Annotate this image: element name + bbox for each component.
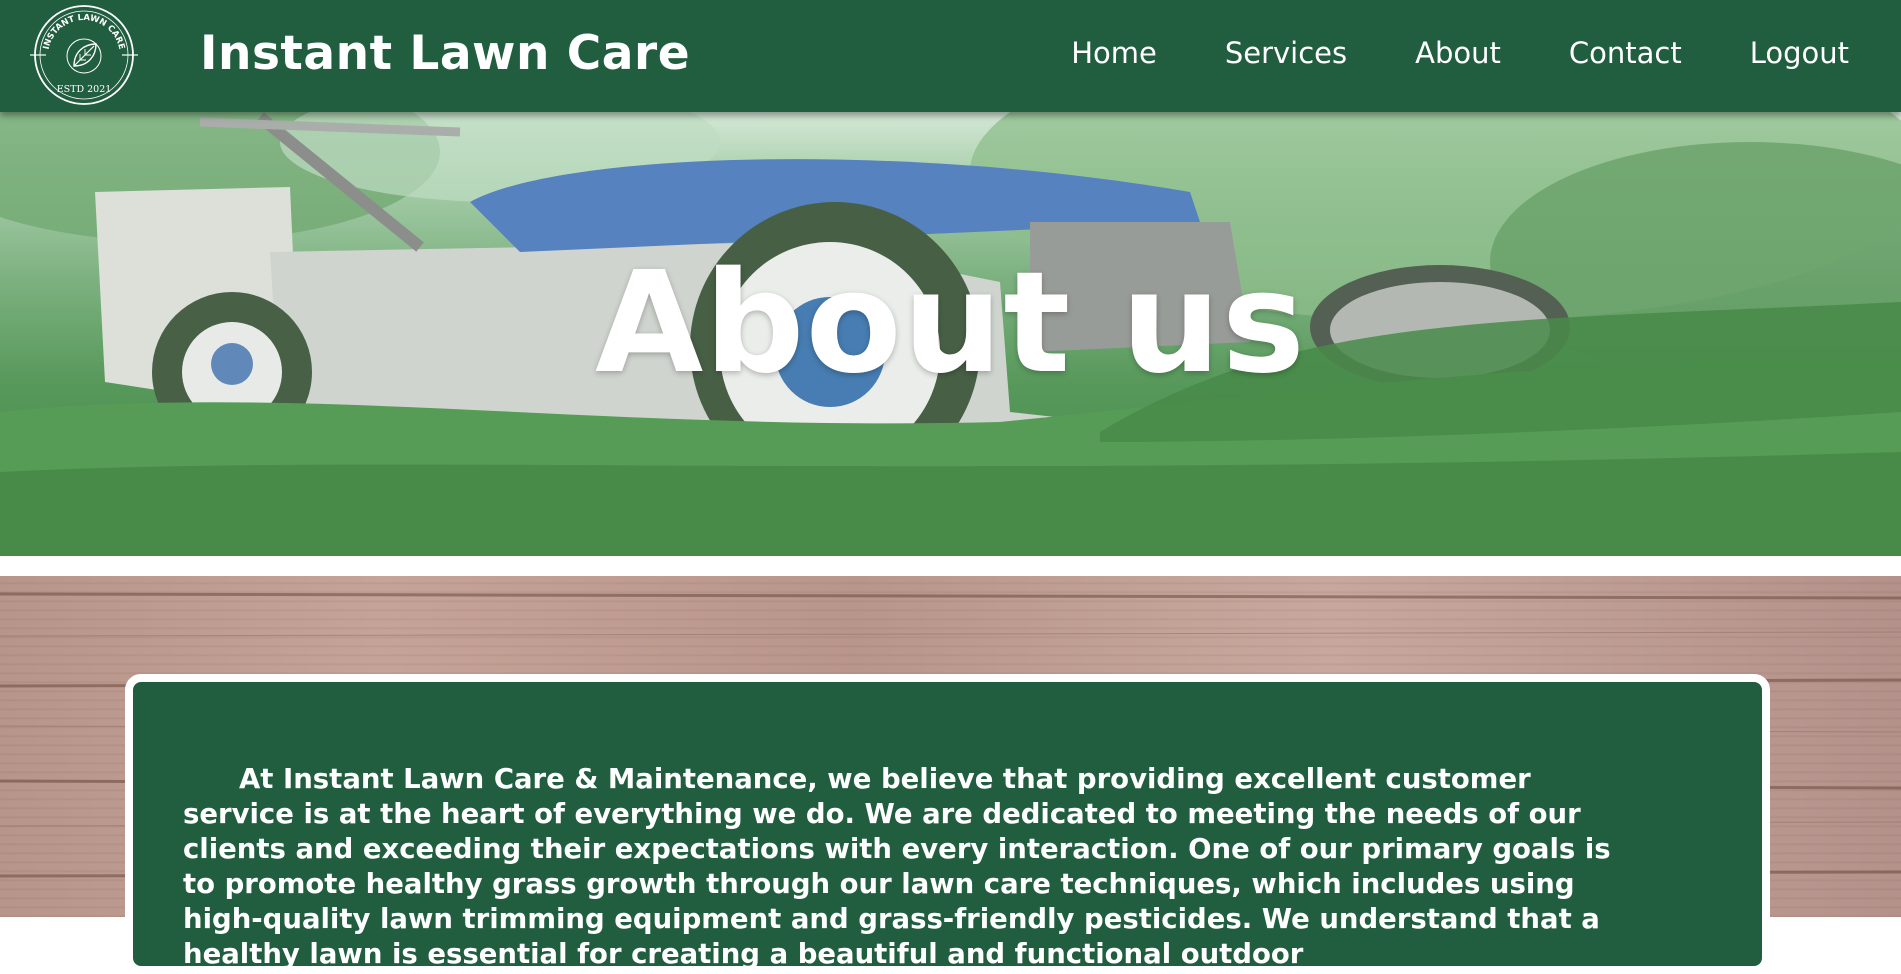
main-nav: Home Services About Contact Logout [1071,36,1849,70]
about-card: At Instant Lawn Care & Maintenance, we b… [125,674,1770,974]
section-divider [0,556,1901,576]
site-header: INSTANT LAWN CARE ESTD 2021 Instant Lawn… [0,0,1901,112]
nav-logout[interactable]: Logout [1750,36,1849,70]
logo-bottom-text: ESTD 2021 [57,84,112,95]
nav-services[interactable]: Services [1225,36,1347,70]
site-title[interactable]: Instant Lawn Care [200,26,690,81]
nav-home[interactable]: Home [1071,36,1157,70]
svg-text:INSTANT LAWN CARE: INSTANT LAWN CARE [42,13,127,51]
leaf-icon [66,38,102,74]
about-paragraph: At Instant Lawn Care & Maintenance, we b… [183,763,1611,970]
hero-banner: About us [0,112,1901,556]
logo[interactable]: INSTANT LAWN CARE ESTD 2021 [30,4,138,106]
nav-about[interactable]: About [1415,36,1501,70]
hero-title: About us [594,242,1307,405]
nav-contact[interactable]: Contact [1569,36,1682,70]
logo-arc-text: INSTANT LAWN CARE [42,13,127,51]
